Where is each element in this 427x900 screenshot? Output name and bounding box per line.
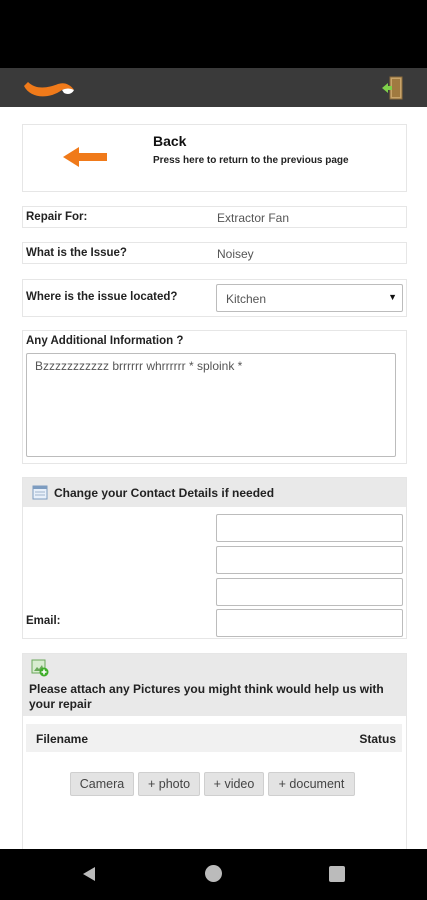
- nav-recents-icon[interactable]: [329, 866, 345, 882]
- contact-header: Change your Contact Details if needed: [23, 478, 406, 507]
- location-selected-value: Kitchen: [226, 292, 267, 306]
- status-column-header: Status: [359, 732, 396, 746]
- additional-info-textarea[interactable]: Bzzzzzzzzzzz brrrrrr whrrrrrr * sploink …: [26, 353, 396, 457]
- app-header: [0, 68, 427, 107]
- pictures-title: Please attach any Pictures you might thi…: [29, 682, 384, 711]
- location-row: Where is the issue located? Kitchen ▼: [22, 279, 407, 317]
- email-label: Email:: [26, 615, 61, 627]
- location-select[interactable]: Kitchen ▼: [216, 284, 403, 312]
- repair-for-label: Repair For:: [26, 211, 88, 223]
- fox-tail-logo-icon[interactable]: [22, 76, 76, 100]
- nav-back-icon[interactable]: [80, 865, 98, 883]
- back-description: Press here to return to the previous pag…: [153, 155, 349, 166]
- contact-field-1[interactable]: [216, 514, 403, 542]
- add-image-icon: [31, 659, 49, 677]
- email-field[interactable]: [216, 609, 403, 637]
- additional-info-section: Any Additional Information ? Bzzzzzzzzzz…: [22, 330, 407, 464]
- files-table-header: Filename Status: [26, 724, 402, 752]
- dropdown-arrow-icon: ▼: [388, 292, 397, 302]
- issue-label: What is the Issue?: [26, 247, 127, 259]
- filename-column-header: Filename: [36, 732, 89, 746]
- exit-door-icon[interactable]: [380, 75, 406, 101]
- nav-home-icon[interactable]: [205, 865, 222, 882]
- left-arrow-icon: [63, 147, 107, 167]
- contact-field-3[interactable]: [216, 578, 403, 606]
- add-video-button[interactable]: + video: [204, 772, 264, 796]
- issue-value: Noisey: [217, 247, 254, 261]
- system-nav-bar: [0, 849, 427, 900]
- calendar-card-icon: [32, 485, 48, 500]
- add-document-button[interactable]: + document: [268, 772, 355, 796]
- back-button[interactable]: Back Press here to return to the previou…: [22, 124, 407, 192]
- pictures-header: Please attach any Pictures you might thi…: [23, 654, 406, 716]
- status-bar: [0, 0, 427, 68]
- issue-row: What is the Issue? Noisey: [22, 242, 407, 264]
- contact-title: Change your Contact Details if needed: [54, 486, 275, 500]
- contact-details-section: Change your Contact Details if needed Em…: [22, 477, 407, 639]
- contact-field-2[interactable]: [216, 546, 403, 574]
- location-label: Where is the issue located?: [26, 291, 178, 303]
- repair-for-value: Extractor Fan: [217, 211, 290, 225]
- repair-form: Back Press here to return to the previou…: [0, 107, 427, 849]
- attach-pictures-section: Please attach any Pictures you might thi…: [22, 653, 407, 849]
- repair-for-row: Repair For: Extractor Fan: [22, 206, 407, 228]
- camera-button[interactable]: Camera: [70, 772, 134, 796]
- additional-info-label: Any Additional Information ?: [26, 335, 184, 347]
- add-photo-button[interactable]: + photo: [138, 772, 200, 796]
- back-title: Back: [153, 133, 187, 149]
